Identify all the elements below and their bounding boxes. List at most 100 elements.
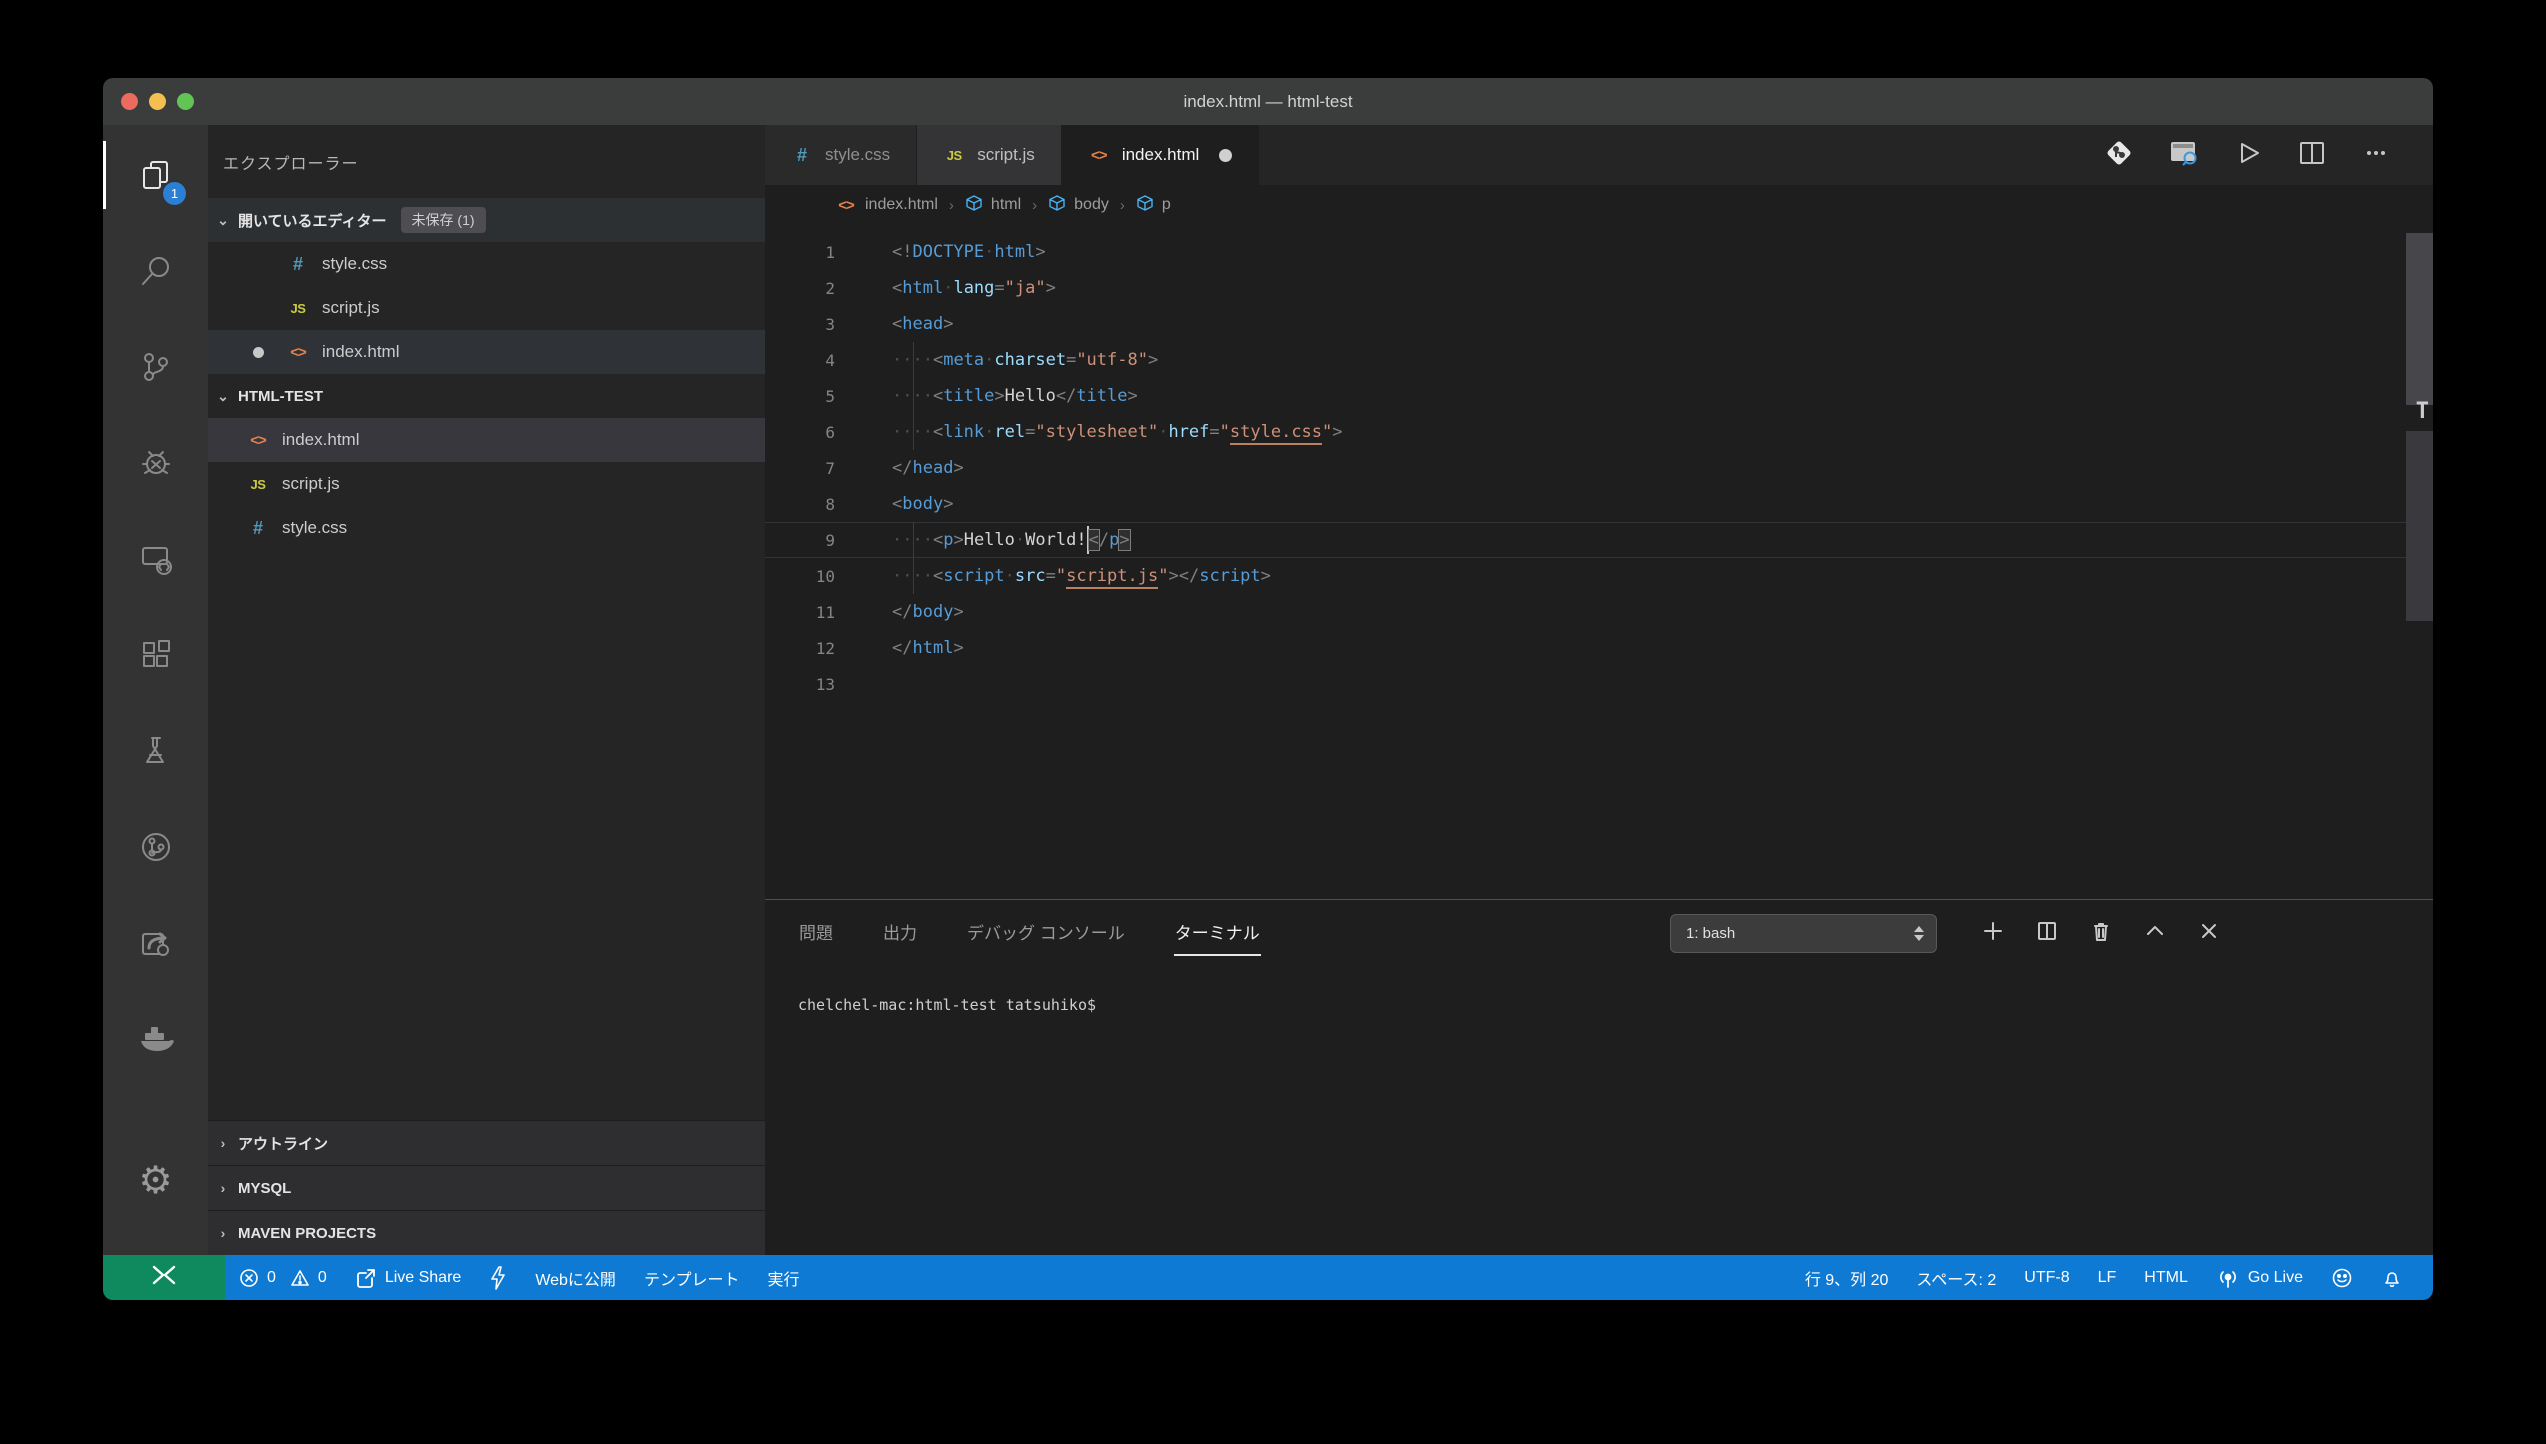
code-token: > <box>943 314 953 334</box>
code-line-6[interactable]: 6····<link·rel="stylesheet"·href="style.… <box>765 414 2433 450</box>
code-token: </ <box>1179 566 1199 586</box>
terminal-picker[interactable]: 1: bash <box>1670 914 1937 953</box>
status-feedback[interactable] <box>2317 1255 2367 1300</box>
tree-file-item[interactable]: JSscript.js <box>208 462 765 506</box>
status-run[interactable]: 実行 <box>753 1255 813 1300</box>
html-file-icon: <> <box>287 344 309 361</box>
code-line-11[interactable]: 11</body> <box>765 594 2433 630</box>
panel-tab-1[interactable]: 問題 <box>798 913 834 950</box>
close-panel-icon[interactable] <box>2197 919 2221 948</box>
status-language-mode[interactable]: HTML <box>2130 1255 2202 1300</box>
smiley-icon <box>2331 1267 2353 1289</box>
status-indentation[interactable]: スペース: 2 <box>1902 1255 2010 1300</box>
code-token: </ <box>892 602 912 622</box>
activity-search-button[interactable] <box>103 223 208 319</box>
open-editor-item[interactable]: <>index.html <box>208 330 765 374</box>
status-cursor-position[interactable]: 行 9、列 20 <box>1791 1255 1903 1300</box>
status-go-live[interactable]: Go Live <box>2202 1255 2317 1300</box>
line-content: ····<p>Hello·World!</p> <box>835 526 1130 554</box>
sidebar-section--[interactable]: ›アウトライン <box>208 1120 765 1165</box>
code-line-4[interactable]: 4····<meta·charset="utf-8"> <box>765 342 2433 378</box>
whitespace-dots: · <box>1015 530 1025 550</box>
activity-source-control-button[interactable] <box>103 319 208 415</box>
activity-test-flask-button[interactable] <box>103 703 208 799</box>
code-line-9[interactable]: 9····<p>Hello·World!</p> <box>765 522 2433 558</box>
code-token: > <box>1035 242 1045 262</box>
tab-bar: #style.cssJSscript.js<>index.html <box>765 125 2433 185</box>
code-line-13[interactable]: 13 <box>765 666 2433 702</box>
code-token: < <box>933 350 943 370</box>
breadcrumb-item[interactable]: <>index.html <box>835 196 938 214</box>
code-line-12[interactable]: 12</html> <box>765 630 2433 666</box>
code-line-5[interactable]: 5····<title>Hello</title> <box>765 378 2433 414</box>
line-number: 5 <box>765 387 835 406</box>
indent-guide <box>913 378 914 414</box>
more-actions-icon[interactable] <box>2361 138 2391 173</box>
breadcrumb-item[interactable]: html <box>965 194 1021 217</box>
activity-files-button[interactable]: 1 <box>103 127 208 223</box>
maximize-window-button[interactable] <box>177 93 194 110</box>
status-live-share[interactable]: Live Share <box>341 1255 476 1300</box>
activity-publish-button[interactable] <box>103 895 208 991</box>
status-notifications[interactable] <box>2367 1255 2417 1300</box>
code-line-7[interactable]: 7</head> <box>765 450 2433 486</box>
tree-file-item[interactable]: <>index.html <box>208 418 765 462</box>
code-line-8[interactable]: 8<body> <box>765 486 2433 522</box>
panel-tab-4[interactable]: ターミナル <box>1174 913 1261 950</box>
sidebar-section-mysql[interactable]: ›MYSQL <box>208 1165 765 1210</box>
editor-scrollbar[interactable]: T <box>2406 225 2433 899</box>
sidebar-section-maven-projects[interactable]: ›MAVEN PROJECTS <box>208 1210 765 1255</box>
code-token: > <box>953 638 963 658</box>
new-terminal-icon[interactable] <box>1981 919 2005 948</box>
activity-settings-button[interactable]: ⚙ <box>103 1133 208 1229</box>
kill-terminal-icon[interactable] <box>2089 919 2113 948</box>
status-encoding[interactable]: UTF-8 <box>2010 1255 2083 1300</box>
editor-actions <box>2103 125 2433 185</box>
activity-debug-button[interactable] <box>103 415 208 511</box>
status-template[interactable]: テンプレート <box>630 1255 754 1300</box>
activity-remote-explorer-button[interactable] <box>103 511 208 607</box>
breadcrumb-item[interactable]: body <box>1048 194 1109 217</box>
minimize-window-button[interactable] <box>149 93 166 110</box>
status-flash[interactable] <box>475 1255 521 1300</box>
scrollbar-slider[interactable] <box>2406 233 2433 405</box>
breadcrumb-item[interactable]: p <box>1136 194 1171 217</box>
code-line-10[interactable]: 10····<script·src="script.js"></script> <box>765 558 2433 594</box>
tab-style.css[interactable]: #style.css <box>765 125 917 185</box>
open-preview-icon[interactable] <box>2169 139 2199 172</box>
folder-section-header[interactable]: ⌄ HTML-TEST <box>208 374 765 418</box>
activity-docker-button[interactable] <box>103 991 208 1087</box>
maximize-panel-icon[interactable] <box>2143 919 2167 948</box>
split-editor-icon[interactable] <box>2297 138 2327 173</box>
open-editor-item[interactable]: JSscript.js <box>208 286 765 330</box>
modified-dot-icon <box>1219 149 1232 162</box>
scrollbar-slider[interactable] <box>2406 431 2433 621</box>
tree-file-item[interactable]: #style.css <box>208 506 765 550</box>
panel-tab-3[interactable]: デバッグ コンソール <box>966 913 1126 950</box>
git-icon[interactable] <box>2103 137 2135 174</box>
code-line-3[interactable]: 3<head> <box>765 306 2433 342</box>
run-icon[interactable] <box>2233 138 2263 173</box>
code-token: > <box>1046 278 1056 298</box>
tab-script.js[interactable]: JSscript.js <box>917 125 1062 185</box>
activity-live-share-button[interactable] <box>103 799 208 895</box>
terminal-prompt[interactable]: chelchel-mac:html-test tatsuhiko$ <box>798 996 1096 1014</box>
activity-extensions-button[interactable] <box>103 607 208 703</box>
code-token: head <box>902 314 943 334</box>
close-window-button[interactable] <box>121 93 138 110</box>
code-token: World! <box>1025 530 1086 550</box>
code-editor[interactable]: 1<!DOCTYPE·html>2<html·lang="ja">3<head>… <box>765 225 2433 899</box>
split-terminal-icon[interactable] <box>2035 919 2059 948</box>
code-line-1[interactable]: 1<!DOCTYPE·html> <box>765 234 2433 270</box>
open-editors-header[interactable]: ⌄ 開いているエディター 未保存 (1) <box>208 198 765 242</box>
problems-status[interactable]: 00 <box>225 1255 341 1300</box>
code-line-2[interactable]: 2<html·lang="ja"> <box>765 270 2433 306</box>
status-eol[interactable]: LF <box>2084 1255 2131 1300</box>
vscode-window: index.html — html-test 1⚙ エクスプローラー ⌄ 開いて… <box>103 78 2433 1300</box>
remote-indicator[interactable] <box>103 1255 225 1300</box>
status-publish-web[interactable]: Webに公開 <box>521 1255 630 1300</box>
tab-index.html[interactable]: <>index.html <box>1062 125 1259 185</box>
activity-bar: 1⚙ <box>103 125 208 1255</box>
panel-tab-2[interactable]: 出力 <box>882 913 918 950</box>
open-editor-item[interactable]: #style.css <box>208 242 765 286</box>
